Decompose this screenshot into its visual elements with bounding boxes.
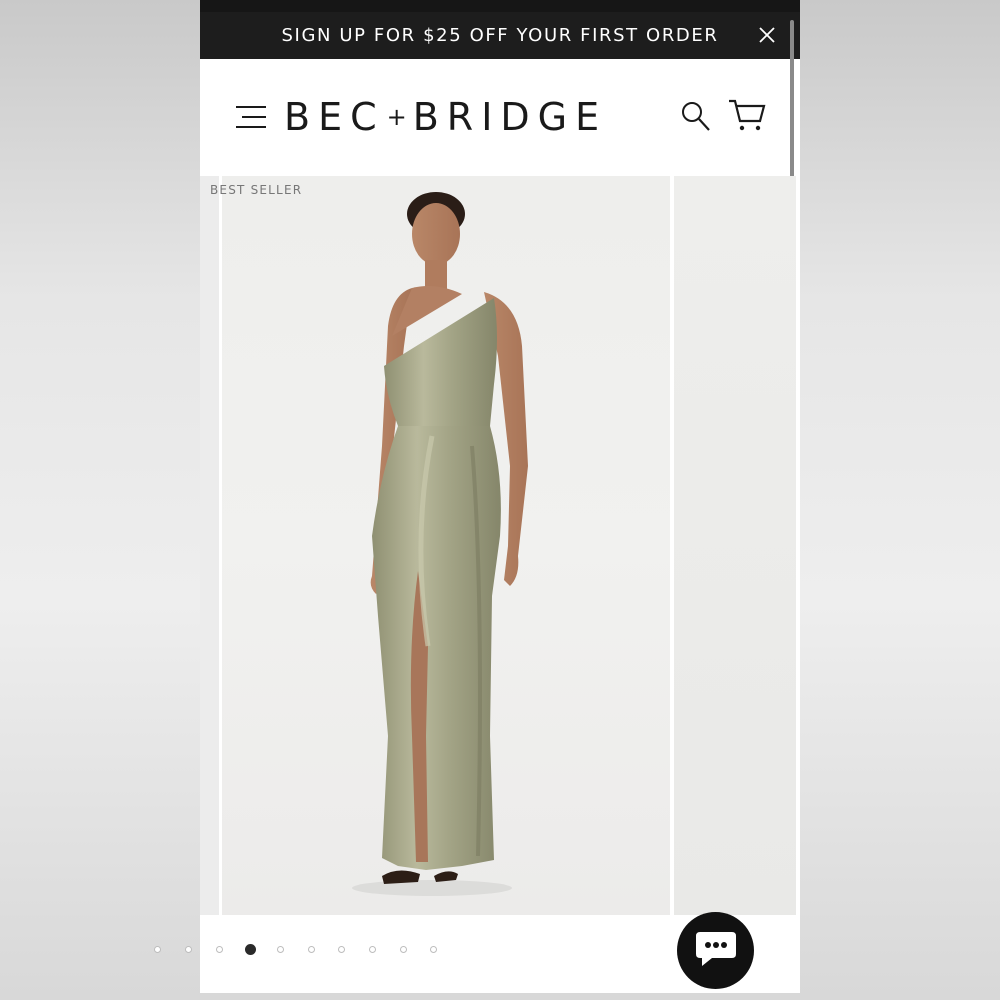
brand-logo[interactable]: BEC + BRIDGE	[284, 89, 674, 145]
carousel-pagination	[150, 941, 450, 961]
hamburger-menu-icon[interactable]	[234, 103, 268, 131]
carousel-dot[interactable]	[338, 946, 345, 953]
carousel-dot[interactable]	[308, 946, 315, 953]
search-icon[interactable]	[680, 99, 712, 133]
carousel-dot[interactable]	[400, 946, 407, 953]
next-image-peek[interactable]	[674, 176, 796, 915]
mobile-browser-page: SIGN UP FOR $25 OFF YOUR FIRST ORDER BEC…	[200, 0, 800, 993]
carousel-dot[interactable]	[369, 946, 376, 953]
carousel-dot[interactable]	[185, 946, 192, 953]
logo-text-left: BEC	[284, 95, 385, 139]
site-header: BEC + BRIDGE	[200, 59, 800, 176]
best-seller-badge: BEST SELLER	[210, 183, 303, 197]
carousel-dot[interactable]	[277, 946, 284, 953]
chat-launcher-button[interactable]	[677, 912, 754, 989]
product-image[interactable]	[222, 176, 670, 915]
carousel-dot[interactable]	[154, 946, 161, 953]
promo-banner[interactable]: SIGN UP FOR $25 OFF YOUR FIRST ORDER	[200, 12, 800, 59]
cart-icon[interactable]	[727, 97, 767, 133]
product-image-gallery[interactable]: BEST SELLER	[200, 176, 800, 915]
logo-text-right: BRIDGE	[412, 95, 608, 139]
carousel-dot-active[interactable]	[245, 944, 256, 955]
carousel-dot[interactable]	[430, 946, 437, 953]
chat-bubble-icon	[694, 928, 738, 973]
previous-image-peek[interactable]	[200, 176, 219, 915]
status-strip	[200, 0, 800, 12]
carousel-dot[interactable]	[216, 946, 223, 953]
logo-plus: +	[386, 103, 407, 131]
promo-text: SIGN UP FOR $25 OFF YOUR FIRST ORDER	[281, 25, 719, 46]
close-icon[interactable]	[756, 24, 778, 46]
